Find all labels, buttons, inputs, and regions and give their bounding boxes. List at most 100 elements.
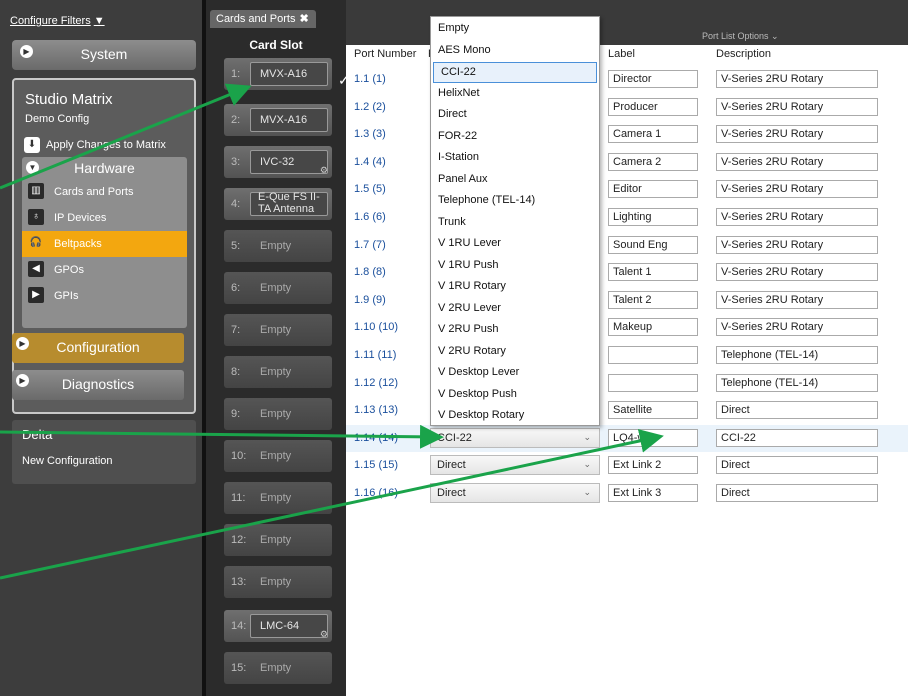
port-number[interactable]: 1.14 (14) xyxy=(354,432,398,444)
sidebar-item-beltpacks[interactable]: 🎧 Beltpacks xyxy=(22,231,187,257)
port-description-input[interactable]: V-Series 2RU Rotary xyxy=(716,152,878,171)
sidebar-item-gpos[interactable]: ◀ GPOs xyxy=(22,257,187,283)
port-type-select[interactable]: Direct ⌄ xyxy=(430,483,600,503)
dropdown-option[interactable]: Empty xyxy=(431,19,599,40)
port-list-options-button[interactable]: Port List Options ⌄ xyxy=(702,31,779,42)
port-description-input[interactable]: Direct xyxy=(716,401,878,420)
column-description[interactable]: Description xyxy=(716,48,771,60)
card-slot-13[interactable]: 13: Empty xyxy=(224,566,332,598)
port-number[interactable]: 1.3 (3) xyxy=(354,128,386,140)
port-number[interactable]: 1.13 (13) xyxy=(354,404,398,416)
card-slot-8[interactable]: 8: Empty xyxy=(224,356,332,388)
port-type-dropdown-list[interactable]: Empty AES Mono CCI-22 HelixNet Direct FOR-22 I… xyxy=(430,16,600,426)
port-description-input[interactable]: V-Series 2RU Rotary xyxy=(716,97,878,116)
dropdown-option[interactable]: V Desktop Push xyxy=(431,385,599,406)
card-slot-14[interactable]: 14: LMC-64 ⚙ xyxy=(224,610,332,642)
port-row[interactable]: 1.15 (15) Direct ⌄ Ext Link 2 Direct xyxy=(346,452,908,479)
port-description-input[interactable]: V-Series 2RU Rotary xyxy=(716,318,878,337)
card-slot-5[interactable]: 5: Empty xyxy=(224,230,332,262)
port-description-input[interactable]: Telephone (TEL-14) xyxy=(716,346,878,364)
port-description-input[interactable]: V-Series 2RU Rotary xyxy=(716,235,878,254)
port-label-input[interactable]: Satellite xyxy=(608,401,698,420)
port-number[interactable]: 1.15 (15) xyxy=(354,459,398,471)
port-description-input[interactable]: Direct xyxy=(716,484,878,502)
port-label-input[interactable]: Camera 2 xyxy=(608,152,698,171)
port-number[interactable]: 1.16 (16) xyxy=(354,487,398,499)
port-number[interactable]: 1.9 (9) xyxy=(354,294,386,306)
card-slot-12[interactable]: 12: Empty xyxy=(224,524,332,556)
port-number[interactable]: 1.1 (1) xyxy=(354,73,386,85)
port-label-input[interactable] xyxy=(608,373,698,392)
dropdown-option[interactable]: V Desktop Lever xyxy=(431,363,599,384)
dropdown-option[interactable]: V 1RU Lever xyxy=(431,234,599,255)
dropdown-option[interactable]: V 2RU Rotary xyxy=(431,342,599,363)
card-slot-7[interactable]: 7: Empty xyxy=(224,314,332,346)
port-description-input[interactable]: CCI-22 xyxy=(716,428,878,447)
sidebar-item-ip-devices[interactable]: ♁ IP Devices xyxy=(22,205,187,231)
dropdown-option[interactable]: V 2RU Push xyxy=(431,320,599,341)
configuration-section-button[interactable]: ▶ Configuration xyxy=(12,333,184,363)
card-slot-9[interactable]: 9: Empty xyxy=(224,398,332,430)
sidebar-item-cards-and-ports[interactable]: ▥ Cards and Ports xyxy=(22,179,187,205)
dropdown-option[interactable]: V 2RU Lever xyxy=(431,299,599,320)
port-label-input[interactable]: Talent 2 xyxy=(608,290,698,309)
port-label-input[interactable]: Director xyxy=(608,70,698,88)
dropdown-option[interactable]: V 1RU Push xyxy=(431,256,599,277)
port-description-input[interactable]: Direct xyxy=(716,456,878,475)
configure-filters-link[interactable]: Configure Filters ▼ xyxy=(10,15,105,27)
port-label-input[interactable]: Camera 1 xyxy=(608,125,698,144)
port-description-input[interactable]: V-Series 2RU Rotary xyxy=(716,263,878,282)
port-label-input[interactable]: Lighting xyxy=(608,208,698,226)
port-label-input[interactable]: Ext Link 2 xyxy=(608,456,698,475)
port-description-input[interactable]: Telephone (TEL-14) xyxy=(716,373,878,392)
port-row[interactable]: 1.14 (14) CCI-22 ⌄ LQ4-wire CCI-22 xyxy=(346,424,908,452)
dropdown-option[interactable]: Telephone (TEL-14) xyxy=(431,191,599,212)
port-label-input[interactable]: LQ4-wire xyxy=(608,428,698,447)
port-number[interactable]: 1.6 (6) xyxy=(354,211,386,223)
port-number[interactable]: 1.5 (5) xyxy=(354,183,386,195)
column-label[interactable]: Label xyxy=(608,48,635,60)
system-section-button[interactable]: ▶ System xyxy=(12,40,196,70)
card-slot-4[interactable]: 4: E-Que FS II- TA Antenna xyxy=(224,188,332,220)
port-number[interactable]: 1.7 (7) xyxy=(354,239,386,251)
dropdown-option[interactable]: Panel Aux xyxy=(431,170,599,191)
port-description-input[interactable]: V-Series 2RU Rotary xyxy=(716,70,878,88)
port-number[interactable]: 1.4 (4) xyxy=(354,156,386,168)
port-label-input[interactable] xyxy=(608,346,698,364)
card-slot-2[interactable]: 2: MVX-A16 xyxy=(224,104,332,136)
port-label-input[interactable]: Makeup xyxy=(608,318,698,337)
dropdown-option[interactable]: AES Mono xyxy=(431,41,599,62)
tab-cards-and-ports[interactable]: Cards and Ports ✖ xyxy=(210,10,316,28)
port-label-input[interactable]: Producer xyxy=(608,97,698,116)
card-slot-11[interactable]: 11: Empty xyxy=(224,482,332,514)
diagnostics-section-button[interactable]: ▶ Diagnostics xyxy=(12,370,184,400)
dropdown-option[interactable]: V Desktop Rotary xyxy=(431,406,599,427)
port-type-select[interactable]: CCI-22 ⌄ xyxy=(430,427,600,448)
dropdown-option[interactable]: Direct xyxy=(431,105,599,126)
port-number[interactable]: 1.2 (2) xyxy=(354,101,386,113)
card-slot-3[interactable]: 3: IVC-32 ⚙ xyxy=(224,146,332,178)
port-description-input[interactable]: V-Series 2RU Rotary xyxy=(716,125,878,144)
port-label-input[interactable]: Ext Link 3 xyxy=(608,484,698,502)
dropdown-option[interactable]: CCI-22 xyxy=(433,62,597,83)
port-number[interactable]: 1.12 (12) xyxy=(354,377,398,389)
port-type-select[interactable]: Direct ⌄ xyxy=(430,455,600,476)
delta-config-link[interactable]: New Configuration xyxy=(22,455,113,467)
column-port-number[interactable]: Port Number xyxy=(354,48,416,60)
port-label-input[interactable]: Editor xyxy=(608,180,698,199)
port-description-input[interactable]: V-Series 2RU Rotary xyxy=(716,208,878,226)
card-slot-1[interactable]: 1: MVX-A16 xyxy=(224,58,332,90)
port-number[interactable]: 1.11 (11) xyxy=(354,349,396,361)
card-slot-15[interactable]: 15: Empty xyxy=(224,652,332,684)
hardware-section-header[interactable]: ▼ Hardware xyxy=(22,157,187,179)
dropdown-option[interactable]: HelixNet xyxy=(431,84,599,105)
port-row[interactable]: 1.16 (16) Direct ⌄ Ext Link 3 Direct xyxy=(346,480,908,507)
dropdown-option[interactable]: Trunk xyxy=(431,213,599,234)
port-description-input[interactable]: V-Series 2RU Rotary xyxy=(716,180,878,199)
port-label-input[interactable]: Sound Eng xyxy=(608,235,698,254)
apply-changes-button[interactable]: ⬇ Apply Changes to Matrix xyxy=(24,137,166,153)
card-slot-6[interactable]: 6: Empty xyxy=(224,272,332,304)
card-slot-10[interactable]: 10: Empty xyxy=(224,440,332,472)
sidebar-item-gpis[interactable]: ▶ GPIs xyxy=(22,283,187,309)
dropdown-option[interactable]: V 1RU Rotary xyxy=(431,277,599,298)
